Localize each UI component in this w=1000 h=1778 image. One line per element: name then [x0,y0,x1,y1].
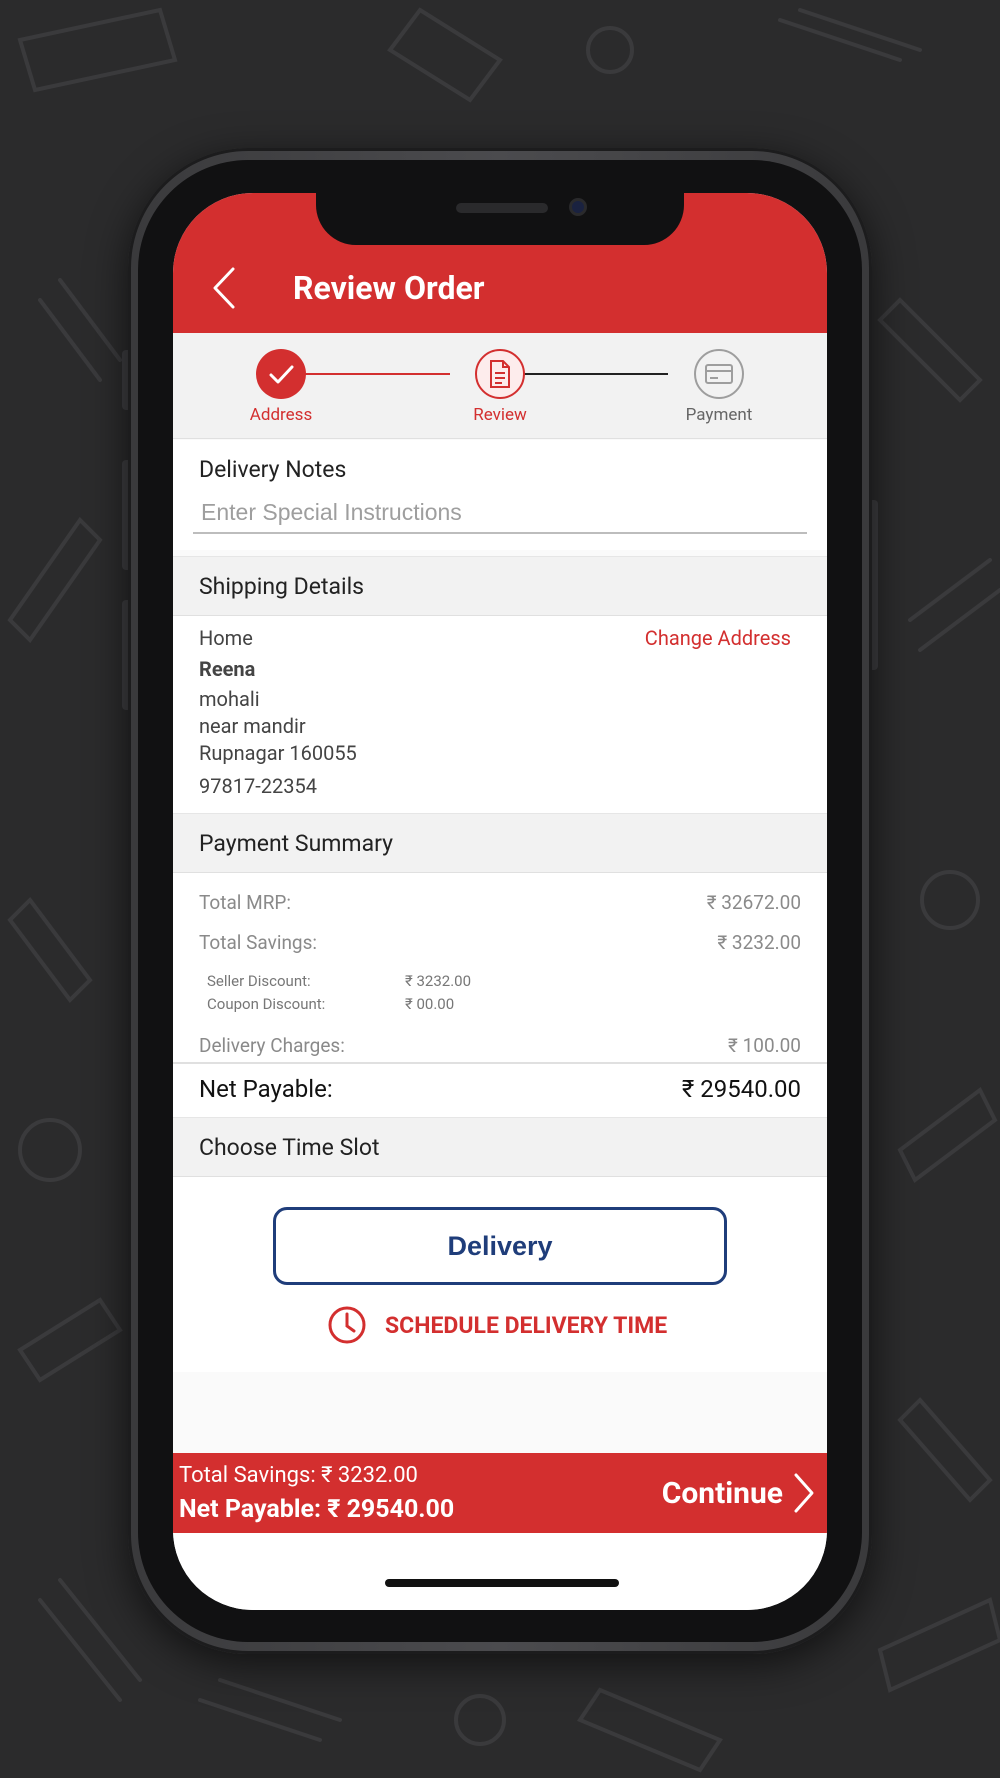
app-screen: Review Order Address Review Payment Deli… [173,193,827,1610]
shipping-details-title: Shipping Details [199,573,365,600]
chevron-left-icon [213,267,235,309]
document-list-icon [490,360,510,388]
schedule-delivery-time-button[interactable]: SCHEDULE DELIVERY TIME [327,1305,667,1345]
credit-card-icon [705,364,733,384]
delivery-option-button[interactable]: Delivery [273,1207,727,1285]
clock-icon [328,1306,366,1344]
delivery-notes-title: Delivery Notes [199,456,347,483]
total-mrp-label: Total MRP: [199,891,292,914]
payment-summary-title: Payment Summary [199,830,393,857]
address-line-3: Rupnagar 160055 [199,741,357,765]
footer-net-payable: Net Payable: ₹ 29540.00 [179,1495,455,1524]
back-button[interactable] [207,263,247,313]
payment-summary-header: Payment Summary [173,813,827,873]
address-line-1: mohali [199,687,260,711]
address-type: Home [199,626,253,650]
shipping-details-section: Home Change Address Reena mohali near ma… [173,616,827,813]
chevron-right-icon [794,1473,814,1513]
phone-notch [316,193,684,245]
home-indicator-area [173,1533,827,1610]
time-slot-header: Choose Time Slot [173,1117,827,1177]
continue-label: Continue [661,1475,783,1511]
step-payment[interactable]: Payment [669,349,769,425]
footer-total-savings: Total Savings: ₹ 3232.00 [179,1463,418,1488]
total-savings-value: ₹ 3232.00 [717,931,801,954]
time-slot-title: Choose Time Slot [199,1134,380,1161]
continue-button[interactable]: Continue [662,1471,817,1515]
step-payment-circle [694,349,744,399]
step-review-label: Review [473,405,527,425]
front-camera [569,198,587,216]
step-address-circle [256,349,306,399]
delivery-charges-label: Delivery Charges: [199,1034,345,1057]
earpiece-speaker [456,203,548,213]
coupon-discount-label: Coupon Discount: [207,995,326,1013]
net-payable-label: Net Payable: [199,1075,333,1103]
net-payable-value: ₹ 29540.00 [681,1075,801,1103]
net-payable-divider [173,1062,827,1064]
schedule-delivery-time-label: SCHEDULE DELIVERY TIME [385,1311,668,1339]
checkout-stepper: Address Review Payment [173,333,827,439]
delivery-notes-section: Delivery Notes [173,440,827,550]
home-indicator[interactable] [385,1579,619,1587]
step-review-circle [475,349,525,399]
address-line-2: near mandir [199,714,306,738]
page-title: Review Order [293,269,485,307]
change-address-link[interactable]: Change Address [645,626,791,650]
time-slot-section: Delivery SCHEDULE DELIVERY TIME [173,1177,827,1372]
seller-discount-label: Seller Discount: [207,972,311,990]
recipient-name: Reena [199,657,256,681]
total-mrp-value: ₹ 32672.00 [706,891,801,914]
step-address-label: Address [249,405,313,425]
checkmark-icon [269,365,294,384]
total-savings-label: Total Savings: [199,931,318,954]
checkout-footer-bar: Total Savings: ₹ 3232.00 Net Payable: ₹ … [173,1453,827,1533]
step-address[interactable]: Address [231,349,331,425]
step-review[interactable]: Review [450,349,550,425]
shipping-details-header: Shipping Details [173,556,827,616]
coupon-discount-value: ₹ 00.00 [405,995,455,1013]
special-instructions-input[interactable] [193,492,807,534]
phone-number: 97817-22354 [199,774,317,798]
delivery-charges-value: ₹ 100.00 [728,1034,801,1057]
seller-discount-value: ₹ 3232.00 [405,972,472,990]
step-payment-label: Payment [685,405,753,425]
